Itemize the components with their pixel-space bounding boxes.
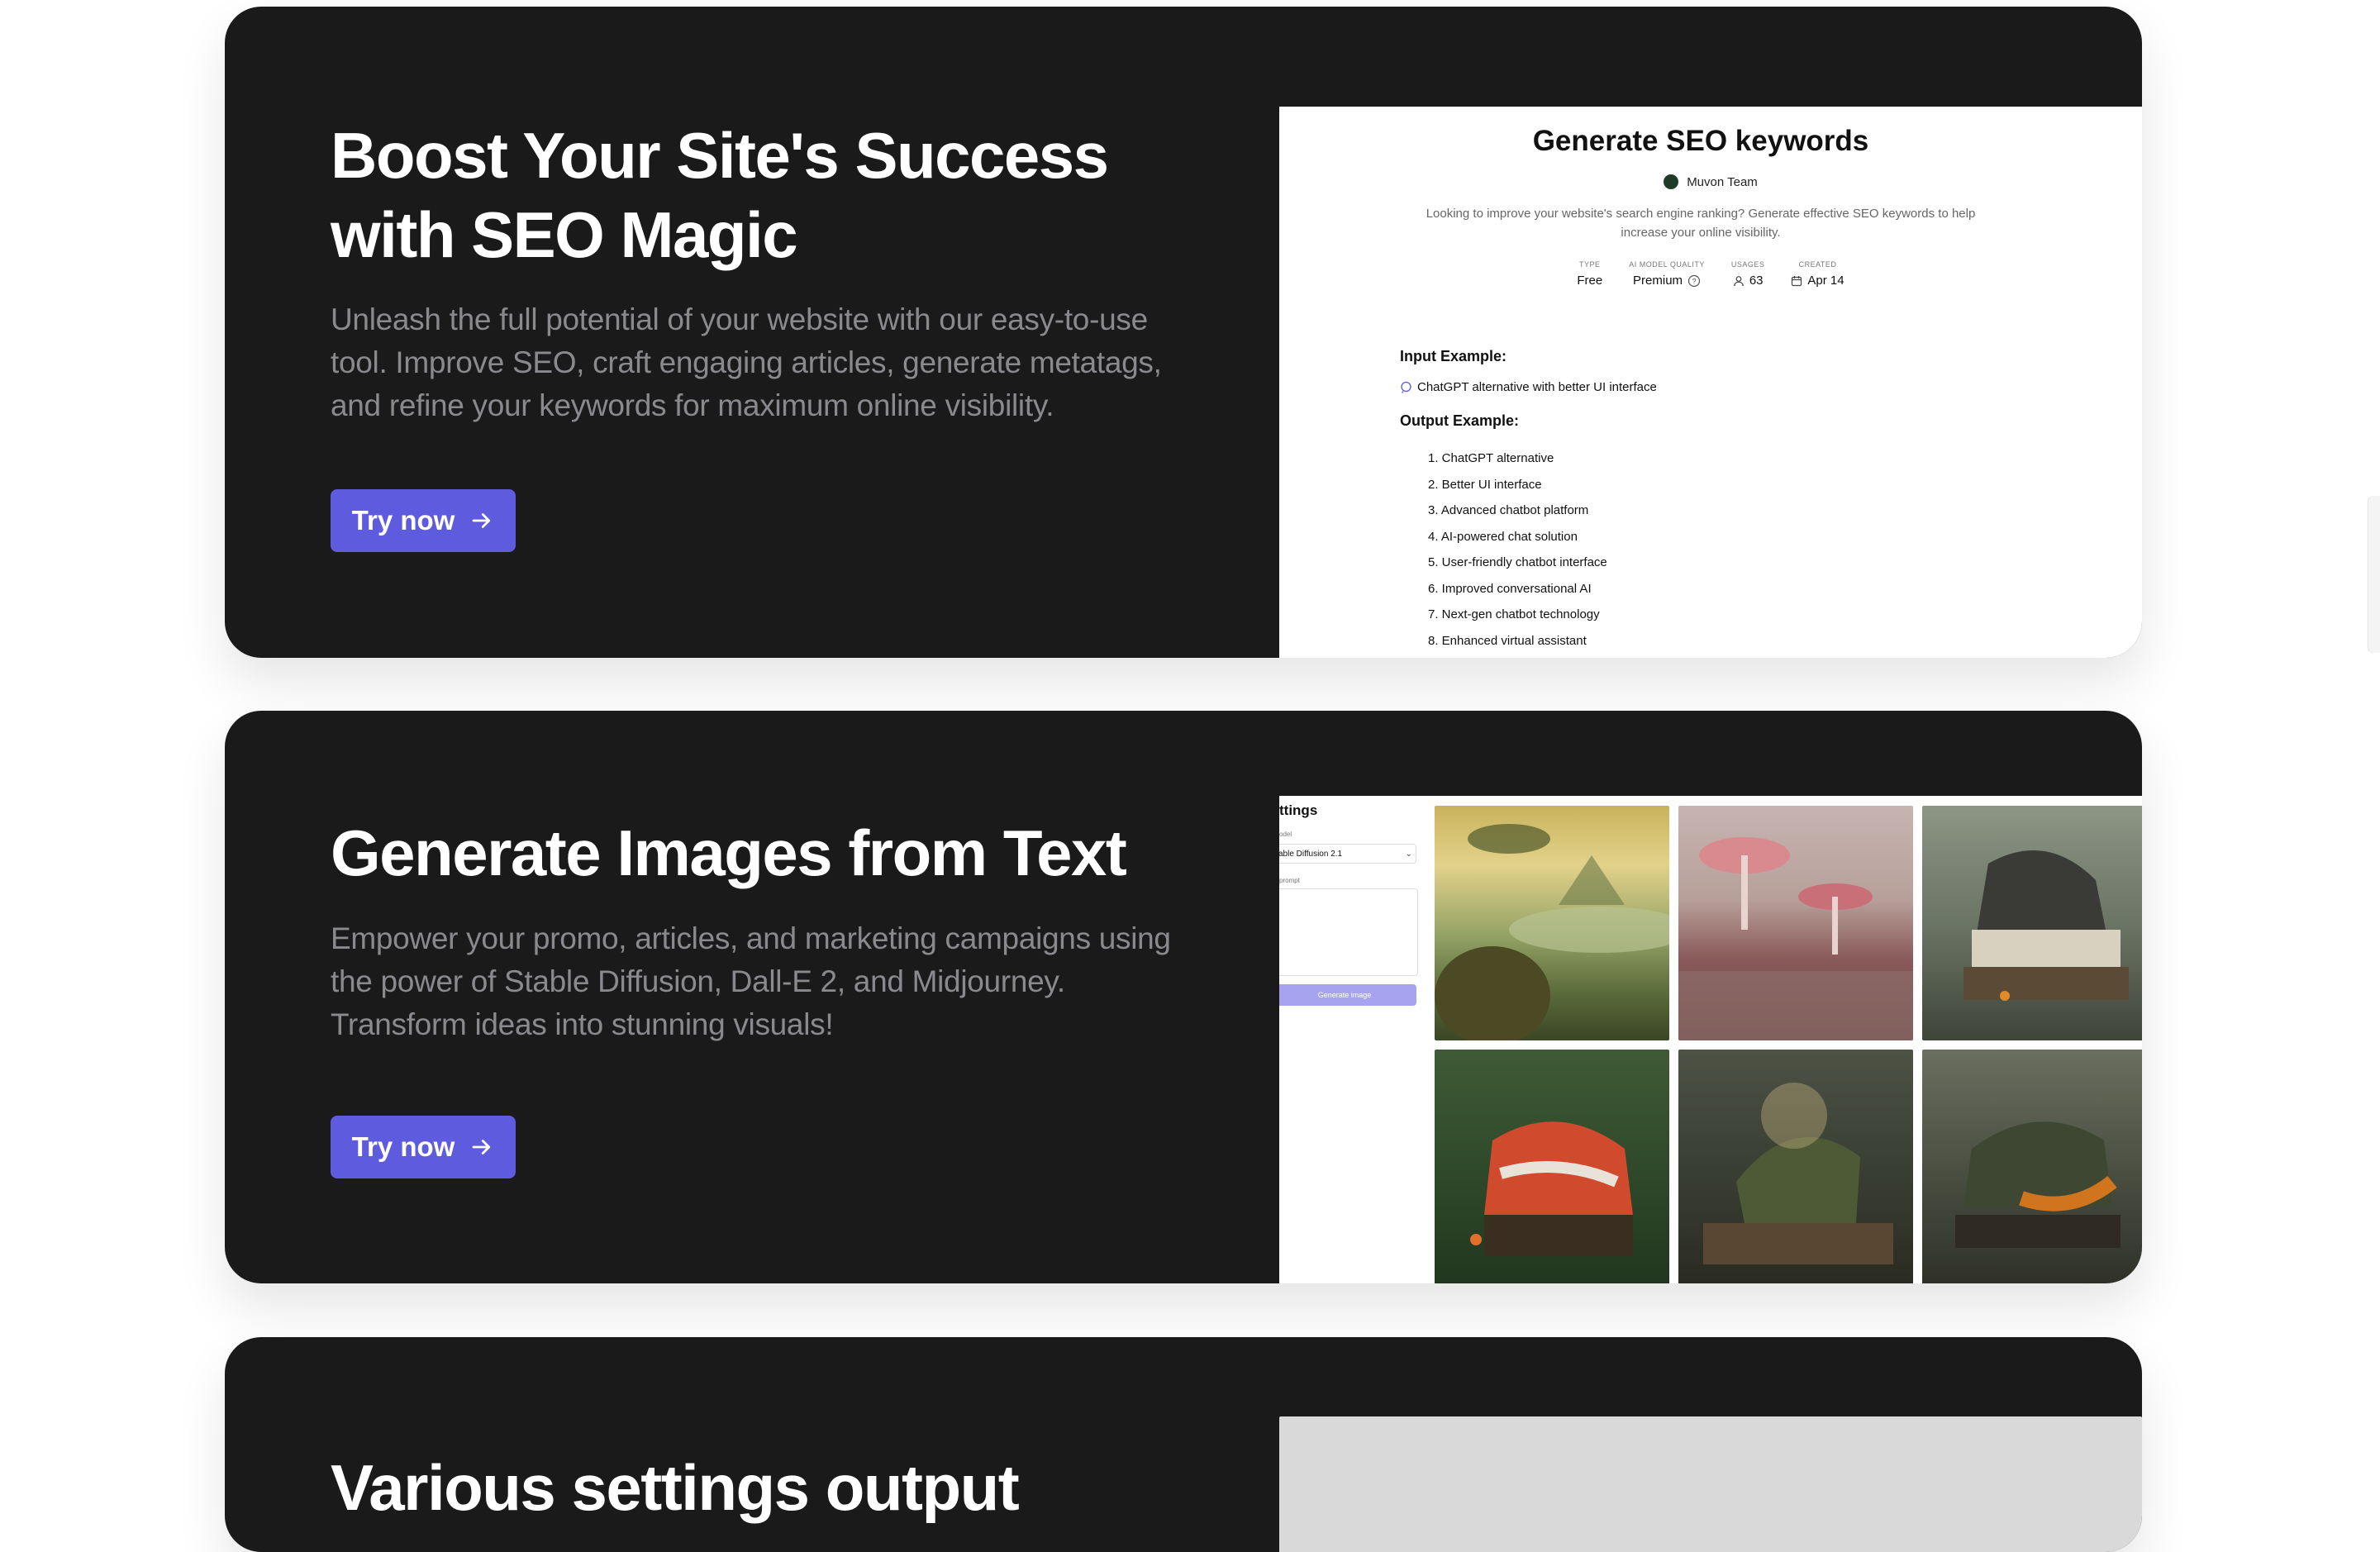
card-title: Generate Images from Text [331, 816, 1127, 889]
list-item: 3. Advanced chatbot platform [1428, 503, 1589, 517]
meta-value: Free [1577, 274, 1602, 288]
output-list: 1. ChatGPT alternative 2. Better UI inte… [1428, 445, 1607, 654]
generated-image[interactable] [1678, 806, 1913, 1040]
author-line: Muvon Team [1279, 174, 2142, 189]
meta-key: AI MODEL QUALITY [1629, 260, 1705, 269]
card-description: Empower your promo, articles, and market… [331, 921, 1171, 1041]
list-item: 4. AI-powered chat solution [1428, 529, 1578, 544]
model-value: able Diffusion 2.1 [1279, 850, 1343, 859]
title-line: with SEO Magic [331, 198, 798, 271]
svg-text:?: ? [1692, 277, 1697, 285]
card-title: Boost Your Site's Success with SEO Magic [331, 116, 1190, 274]
meta-value-text: Apr 14 [1807, 274, 1844, 288]
generated-image[interactable] [1922, 1050, 2142, 1283]
generated-image[interactable] [1678, 1050, 1913, 1283]
card-description: Unleash the full potential of your websi… [331, 302, 1162, 422]
list-item: 8. Enhanced virtual assistant [1428, 633, 1587, 648]
meta-value: 63 [1733, 274, 1764, 288]
card-title: Various settings output [331, 1451, 1020, 1524]
seo-description: Looking to improve your website's search… [1426, 207, 1976, 240]
meta-value: Premium ? [1633, 274, 1701, 288]
chat-bubble-icon [1401, 381, 1411, 393]
settings-feature-card: Various settings output [225, 1337, 2142, 1552]
user-icon [1734, 275, 1744, 286]
model-label: odel [1279, 831, 1292, 838]
button-label: Try now [351, 505, 455, 536]
author-avatar [1664, 174, 1679, 189]
scrollbar-thumb[interactable] [2368, 496, 2380, 653]
title-line: Boost Your Site's Success [331, 119, 1109, 192]
arrow-right-icon [472, 1140, 491, 1154]
meta-value-text: Premium [1633, 274, 1683, 288]
meta-key: USAGES [1730, 260, 1765, 269]
meta-created: CREATED Apr 14 [1791, 260, 1844, 288]
list-item: 6. Improved conversational AI [1428, 581, 1592, 596]
arrow-right-icon [472, 513, 491, 528]
chevron-down-icon: ⌄ [1405, 850, 1412, 859]
list-item: 7. Next-gen chatbot technology [1428, 607, 1600, 621]
meta-value-text: Free [1577, 274, 1603, 288]
meta-quality: AI MODEL QUALITY Premium ? [1629, 260, 1705, 288]
settings-panel: ttings odel able Diffusion 2.1 ⌄ prompt … [1279, 796, 1445, 1283]
meta-usages: USAGES 63 [1731, 260, 1765, 288]
image-feature-card: Generate Images from Text Empower your p… [225, 711, 2142, 1283]
list-item: 5. User-friendly chatbot interface [1428, 555, 1607, 569]
input-example-text: ChatGPT alternative with better UI inter… [1417, 380, 1657, 394]
seo-feature-card: Boost Your Site's Success with SEO Magic… [225, 7, 2142, 658]
list-item: 2. Better UI interface [1428, 477, 1542, 492]
meta-value-text: 63 [1749, 274, 1764, 288]
meta-key: CREATED [1798, 260, 1837, 269]
try-now-button[interactable]: Try now [331, 489, 516, 552]
meta-key: TYPE [1579, 260, 1601, 269]
input-example: ChatGPT alternative with better UI inter… [1400, 380, 1657, 394]
try-now-button[interactable]: Try now [331, 1116, 516, 1178]
settings-screenshot [1279, 1416, 2142, 1552]
generated-image[interactable] [1435, 1050, 1669, 1283]
meta-type: TYPE Free [1577, 260, 1602, 288]
meta-value: Apr 14 [1791, 274, 1844, 288]
image-grid [1435, 806, 2142, 1283]
settings-title: ttings [1279, 802, 1318, 818]
list-item: 1. ChatGPT alternative [1428, 451, 1554, 465]
button-label: Try now [351, 1131, 455, 1162]
info-icon: ? [1687, 274, 1701, 287]
seo-title: Generate SEO keywords [1532, 125, 1869, 157]
generated-image[interactable] [1922, 806, 2142, 1040]
prompt-textarea[interactable] [1279, 888, 1418, 976]
calendar-icon [1792, 275, 1802, 286]
model-select[interactable]: able Diffusion 2.1 ⌄ [1279, 844, 1416, 864]
input-example-heading: Input Example: [1400, 348, 1507, 364]
meta-row: TYPE Free AI MODEL QUALITY Premium ? USA… [1279, 260, 2142, 288]
prompt-label: prompt [1279, 877, 1300, 884]
image-generator-screenshot: ttings odel able Diffusion 2.1 ⌄ prompt … [1279, 796, 2142, 1283]
output-example-heading: Output Example: [1400, 412, 1520, 429]
seo-tool-screenshot: Generate SEO keywords Muvon Team Looking… [1279, 107, 2142, 658]
generated-image[interactable] [1435, 806, 1669, 1040]
author-name: Muvon Team [1687, 174, 1758, 189]
generate-image-button[interactable]: Generate image [1279, 984, 1416, 1006]
